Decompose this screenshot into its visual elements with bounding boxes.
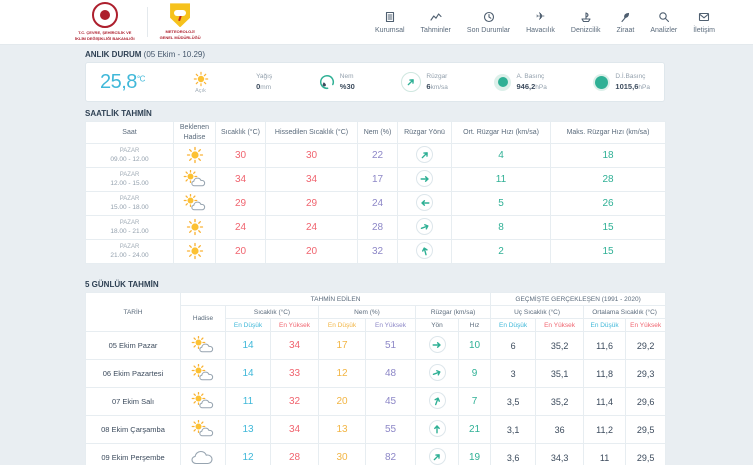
page-content: ANLIK DURUM (05 Ekim - 10.29) 25,8°C Açı… [85, 50, 667, 465]
nav-item-denizcilik[interactable]: Denizcilik [571, 11, 600, 34]
humidity-metric: Nem %30 [319, 72, 355, 92]
current-conditions-card: 25,8°C Açık Yağış 0mm Nem %30 Rüzgar 6km… [85, 62, 665, 102]
daily-row: 05 Ekim Pazar 14 34 17 51 10 6 35,2 11,6… [85, 331, 667, 360]
hourly-header-row: Saat Beklenen Hadise Sıcaklık (°C) Hisse… [85, 121, 666, 144]
wind-metric: Rüzgar 6km/sa [401, 72, 448, 92]
weather-icon [191, 448, 215, 465]
mgm-caption: METEOROLOJİ GENEL MÜDÜRLÜĞÜ [159, 29, 201, 40]
nav-item-ziraat[interactable]: Ziraat [616, 11, 634, 34]
wind-direction-icon [428, 336, 446, 354]
logo-divider [146, 7, 148, 37]
ministry-caption: T.C. ÇEVRE, ŞEHİRCİLİK VE İKLİM DEĞİŞİKL… [75, 30, 135, 41]
clock-icon [483, 11, 495, 24]
weather-icon [191, 392, 215, 410]
mgm-logo[interactable]: METEOROLOJİ GENEL MÜDÜRLÜĞÜ [160, 3, 201, 40]
sea-pressure-icon [593, 73, 611, 91]
daily-row: 07 Ekim Salı 11 32 20 45 7 3,5 35,2 11,4… [85, 387, 667, 416]
wind-direction-icon [428, 448, 446, 465]
wind-direction-icon [401, 72, 422, 92]
actual-pressure-metric: A. Basınç 946,2hPa [494, 72, 547, 92]
pressure-icon [494, 73, 512, 91]
weather-icon [183, 242, 207, 260]
wind-direction-icon [416, 194, 433, 212]
wind-direction-icon [416, 218, 433, 236]
weather-icon [191, 364, 215, 382]
hourly-row: PAZAR 18.00 - 21.00 24 24 28 8 15 [85, 215, 666, 240]
daily-row: 06 Ekim Pazartesi 14 33 12 48 9 3 35,1 1… [85, 359, 667, 388]
ministry-logo[interactable]: T.C. ÇEVRE, ŞEHİRCİLİK VE İKLİM DEĞİŞİKL… [75, 2, 135, 41]
current-temperature: 25,8°C [100, 70, 145, 93]
nav-item-iletisim[interactable]: İletişim [693, 11, 715, 34]
ministry-seal-icon [91, 2, 118, 29]
humidity-icon [319, 74, 334, 90]
nav-item-analizler[interactable]: Analizler [650, 11, 677, 34]
plane-icon: ✈ [535, 10, 546, 23]
hourly-row: PAZAR 09.00 - 12.00 30 30 22 4 18 [85, 143, 666, 168]
magnifier-icon [658, 11, 670, 24]
hourly-row: PAZAR 15.00 - 18.00 29 29 24 5 26 [85, 191, 666, 216]
weather-icon [183, 218, 207, 236]
building-icon [384, 11, 396, 24]
daily-forecast-table: TARİH TAHMİN EDİLEN GEÇMİŞTE GERÇEKLEŞEN… [85, 292, 667, 465]
hourly-row: PAZAR 12.00 - 15.00 34 34 17 11 28 [85, 167, 666, 192]
nav-item-havacilik[interactable]: ✈ Havacılık [526, 11, 555, 34]
wind-direction-icon [416, 146, 433, 164]
brand-logos[interactable]: T.C. ÇEVRE, ŞEHİRCİLİK VE İKLİM DEĞİŞİKL… [75, 2, 201, 41]
chart-icon [430, 11, 442, 24]
wind-direction-icon [428, 420, 446, 438]
daily-section-title: 5 GÜNLÜK TAHMİN [85, 280, 159, 289]
mgm-shield-icon [170, 3, 191, 28]
sun-icon [192, 71, 210, 87]
mail-icon [698, 11, 710, 24]
hourly-section-title: SAATLİK TAHMİN [85, 109, 152, 118]
nav-item-tahminler[interactable]: Tahminler [421, 11, 451, 34]
ship-icon [580, 11, 592, 24]
daily-header-row-groups: TARİH TAHMİN EDİLEN GEÇMİŞTE GERÇEKLEŞEN… [85, 292, 667, 332]
nav-item-son-durumlar[interactable]: Son Durumlar [467, 11, 510, 34]
daily-row: 08 Ekim Çarşamba 13 34 13 55 21 3,1 36 1… [85, 415, 667, 444]
app-header: T.C. ÇEVRE, ŞEHİRCİLİK VE İKLİM DEĞİŞİKL… [0, 0, 753, 45]
weather-icon [191, 420, 215, 438]
current-section-title: ANLIK DURUM (05 Ekim - 10.29) [85, 50, 206, 59]
hourly-forecast-table: Saat Beklenen Hadise Sıcaklık (°C) Hisse… [85, 121, 666, 264]
main-nav: Kurumsal Tahminler Son Durumlar ✈ Havacı… [375, 11, 715, 34]
wind-direction-icon [416, 242, 433, 260]
leaf-icon [619, 11, 631, 24]
current-section-time: (05 Ekim - 10.29) [143, 50, 206, 59]
nav-item-kurumsal[interactable]: Kurumsal [375, 11, 405, 34]
sea-level-pressure-metric: D.İ.Basınç 1015,6hPa [593, 72, 650, 92]
current-condition: Açık [192, 71, 210, 94]
weather-icon [183, 170, 207, 188]
hourly-row: PAZAR 21.00 - 24.00 20 20 32 2 15 [85, 239, 666, 264]
weather-icon [191, 336, 215, 354]
wind-direction-icon [416, 170, 433, 188]
weather-icon [183, 146, 207, 164]
daily-row: 09 Ekim Perşembe 12 28 30 82 19 3,6 34,3… [85, 443, 667, 465]
precipitation-metric: Yağış 0mm [256, 72, 273, 91]
weather-icon [183, 194, 207, 212]
wind-direction-icon [428, 392, 446, 410]
wind-direction-icon [428, 364, 446, 382]
